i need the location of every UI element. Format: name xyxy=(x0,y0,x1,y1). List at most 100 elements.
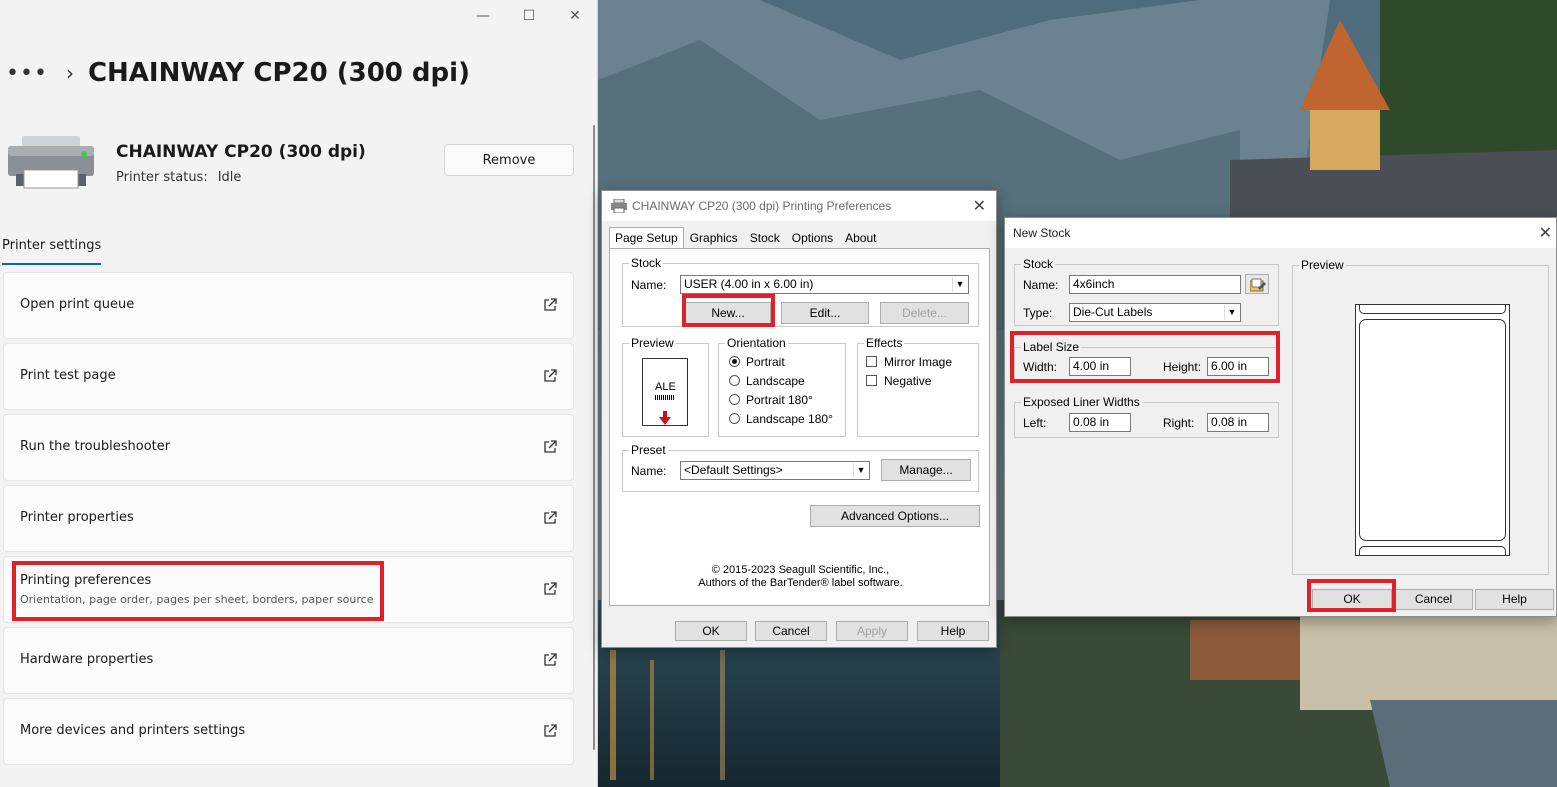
delete-stock-button[interactable]: Delete... xyxy=(880,302,969,324)
tab-stock[interactable]: Stock xyxy=(744,227,786,249)
checkbox-label: Mirror Image xyxy=(884,355,953,369)
stock-caption: Stock xyxy=(1021,257,1056,271)
close-icon[interactable]: ✕ xyxy=(1539,223,1552,243)
more-devices-printers-item[interactable]: More devices and printers settings xyxy=(3,698,574,765)
type-value: Die-Cut Labels xyxy=(1073,305,1153,319)
open-print-queue-item[interactable]: Open print queue xyxy=(3,272,574,339)
orientation-caption: Orientation xyxy=(725,336,788,350)
effects-group: Effects Mirror Image Negative xyxy=(857,336,979,437)
radio-landscape[interactable] xyxy=(729,375,740,386)
ok-button[interactable]: OK xyxy=(1312,589,1392,610)
page-preview: ALE xyxy=(642,358,688,426)
scrollbar[interactable] xyxy=(593,125,595,750)
radio-portrait[interactable] xyxy=(729,356,740,367)
dialog-titlebar: New Stock ✕ xyxy=(1005,218,1556,248)
new-stock-button[interactable]: New... xyxy=(685,302,771,324)
tab-options[interactable]: Options xyxy=(786,227,839,249)
cancel-button[interactable]: Cancel xyxy=(1394,589,1473,610)
item-label: Printing preferences xyxy=(20,573,152,588)
tab-graphics[interactable]: Graphics xyxy=(684,227,744,249)
printer-name: CHAINWAY CP20 (300 dpi) xyxy=(116,142,366,162)
printer-properties-item[interactable]: Printer properties xyxy=(3,485,574,552)
page-title: CHAINWAY CP20 (300 dpi) xyxy=(87,58,470,88)
apply-button[interactable]: Apply xyxy=(836,621,908,641)
height-label: Height: xyxy=(1163,360,1202,374)
tab-bar: Page Setup Graphics Stock Options About xyxy=(609,227,882,249)
minimize-icon[interactable]: — xyxy=(468,8,498,24)
printer-status-value: Idle xyxy=(217,170,242,185)
radio-landscape-180[interactable] xyxy=(729,413,740,424)
liner-widths-group: Exposed Liner Widths Left: 0.08 in Right… xyxy=(1014,395,1279,438)
cancel-button[interactable]: Cancel xyxy=(755,621,827,641)
close-icon[interactable]: ✕ xyxy=(973,196,986,216)
stock-name-value: USER (4.00 in x 6.00 in) xyxy=(684,277,814,291)
close-icon[interactable]: ✕ xyxy=(560,8,590,24)
printer-status-label: Printer status: xyxy=(116,170,208,185)
ok-button[interactable]: OK xyxy=(675,621,747,641)
page-setup-panel: Stock Name: USER (4.00 in x 6.00 in) ▼ N… xyxy=(609,248,990,606)
printer-header: CHAINWAY CP20 (300 dpi) Printer status: I… xyxy=(6,130,586,200)
stock-group: Stock Name: USER (4.00 in x 6.00 in) ▼ N… xyxy=(622,256,979,327)
tab-printer-settings[interactable]: Printer settings xyxy=(2,238,102,265)
radio-portrait-180[interactable] xyxy=(729,394,740,405)
printing-preferences-item[interactable]: Printing preferences Orientation, page o… xyxy=(3,556,574,623)
dropdown-arrow-icon[interactable]: ▼ xyxy=(952,277,967,292)
hardware-properties-item[interactable]: Hardware properties xyxy=(3,627,574,694)
height-input[interactable]: 6.00 in xyxy=(1207,357,1269,376)
type-select[interactable]: Die-Cut Labels ▼ xyxy=(1069,303,1241,322)
breadcrumb-more-button[interactable]: ••• xyxy=(6,61,48,86)
width-input[interactable]: 4.00 in xyxy=(1069,357,1131,376)
breadcrumb: ••• › CHAINWAY CP20 (300 dpi) xyxy=(6,58,470,88)
stock-caption: Stock xyxy=(629,256,664,270)
left-input[interactable]: 0.08 in xyxy=(1069,413,1131,432)
external-link-icon xyxy=(544,369,557,382)
external-link-icon xyxy=(544,298,557,311)
item-label: Printer properties xyxy=(20,510,134,525)
folder-edit-icon xyxy=(1250,278,1266,292)
mirror-image-checkbox[interactable] xyxy=(866,356,877,367)
dialog-titlebar: CHAINWAY CP20 (300 dpi) Printing Prefere… xyxy=(602,191,996,221)
barcode-graphic xyxy=(655,395,675,400)
help-button[interactable]: Help xyxy=(1475,589,1554,610)
label-prev-edge xyxy=(1359,304,1506,314)
arrow-down-icon xyxy=(659,411,671,425)
tab-page-setup[interactable]: Page Setup xyxy=(609,227,684,249)
preset-select[interactable]: <Default Settings> ▼ xyxy=(680,461,870,480)
stock-group: Stock Name: 4x6inch Type: Die-Cut Labels… xyxy=(1014,257,1279,326)
stock-name-select[interactable]: USER (4.00 in x 6.00 in) ▼ xyxy=(680,275,969,294)
external-link-icon xyxy=(544,511,557,524)
printer-icon xyxy=(8,136,94,189)
preview-text: ALE xyxy=(655,381,676,393)
print-test-page-item[interactable]: Print test page xyxy=(3,343,574,410)
dropdown-arrow-icon[interactable]: ▼ xyxy=(853,463,868,478)
right-input[interactable]: 0.08 in xyxy=(1207,413,1269,432)
item-label: More devices and printers settings xyxy=(20,723,246,738)
type-label: Type: xyxy=(1023,306,1053,320)
dropdown-arrow-icon[interactable]: ▼ xyxy=(1224,305,1239,320)
edit-stock-button[interactable]: Edit... xyxy=(781,302,869,324)
preview-caption: Preview xyxy=(1299,258,1346,272)
radio-label: Portrait xyxy=(746,355,785,369)
label-next-edge xyxy=(1359,546,1506,556)
stock-name-input[interactable]: 4x6inch xyxy=(1069,275,1241,294)
maximize-icon[interactable]: ☐ xyxy=(514,8,544,24)
radio-label: Landscape 180° xyxy=(746,412,833,426)
help-button[interactable]: Help xyxy=(917,621,989,641)
run-troubleshooter-item[interactable]: Run the troubleshooter xyxy=(3,414,574,481)
label-size-group: Label Size Width: 4.00 in Height: 6.00 i… xyxy=(1014,340,1279,383)
dialog-title: CHAINWAY CP20 (300 dpi) Printing Prefere… xyxy=(632,199,892,213)
negative-checkbox[interactable] xyxy=(866,375,877,386)
item-label: Open print queue xyxy=(20,297,135,312)
stock-library-button[interactable] xyxy=(1245,274,1269,294)
printer-icon xyxy=(611,199,627,213)
manage-button[interactable]: Manage... xyxy=(881,459,971,481)
remove-button[interactable]: Remove xyxy=(444,144,574,176)
tab-about[interactable]: About xyxy=(839,227,882,249)
advanced-options-button[interactable]: Advanced Options... xyxy=(810,505,980,527)
settings-list: Open print queue Print test page Run the… xyxy=(3,272,574,769)
chevron-right-icon: › xyxy=(65,61,74,85)
preview-group: Preview ALE xyxy=(622,336,709,437)
new-stock-dialog: New Stock ✕ Stock Name: 4x6inch Type: Di… xyxy=(1004,217,1557,617)
item-label: Hardware properties xyxy=(20,652,154,667)
preset-name-label: Name: xyxy=(631,464,667,478)
